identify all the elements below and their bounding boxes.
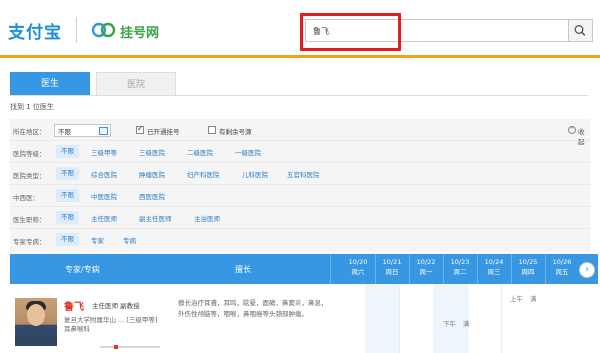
doctor-photo[interactable] [15,298,57,346]
day-column: 10/24 周三 [477,257,511,277]
opened-label: 已开通挂号 [147,128,180,136]
expert-label: 专家专病： [13,238,46,246]
filter-row-region: 所在地区： 不限 已开通挂号 有剩余号源 ^ 收起 [10,119,590,146]
level-option[interactable]: 二级医院 [187,147,213,157]
doctor-name[interactable]: 鲁飞 [64,298,84,313]
doctor-title: 主任医师 副教授 [92,302,140,310]
header-accent-bar [0,55,600,58]
day-column: 10/23 周二 [443,257,477,277]
filter-row-tcm: 中西医： 不限 中医医院 西医医院 [10,185,590,207]
type-option[interactable]: 不限 [56,167,79,180]
schedule-col-specialty: 擅长 [235,265,251,274]
alipay-logo[interactable]: 支付宝 [8,18,62,43]
guahao-logo-text: 挂号网 [120,26,160,41]
day-date: 10/25 [518,258,538,266]
tcm-option[interactable]: 西医医院 [139,191,165,201]
site-header: 支付宝 挂号网 [0,0,600,60]
level-option[interactable]: 三级医院 [139,147,165,157]
doctor-hospital-name[interactable]: 复旦大学附属华山 ... [三级甲等] [64,316,157,325]
collapse-icon[interactable]: ^ [568,126,576,134]
doctor-department: 耳鼻喉科 [64,325,90,333]
day-weekday: 周六 [351,268,365,276]
schedule-header: 专家/专病 擅长 10/20 周六 10/21 周日 10/22 周一 10/2… [10,254,598,284]
day-weekday: 周日 [385,268,399,276]
doctor-hospital: 复旦大学附属华山 ... [三级甲等] 耳鼻喉科 [64,316,157,334]
filter-row-level: 医院等级： 不限 三级甲等 三级医院 二级医院 一级医院 [10,141,590,163]
search-button[interactable] [569,19,593,42]
tcm-option[interactable]: 中医医院 [91,191,117,201]
doctor-specialty: 擅长治疗耳聋，耳鸣，眩晕，面瘫，鼻窦炎，鼻息，外伤性颅脑等，咽喉，鼻咽癌等头颈部… [178,299,328,318]
next-week-button[interactable]: › [579,262,595,278]
slot-pm-label: 下午 [443,320,456,328]
level-option[interactable]: 一级医院 [235,147,261,157]
filter-row-type: 医院类型： 不限 综合医院 肿瘤医院 妇产科医院 儿科医院 五官科医院 [10,163,590,185]
day-date: 10/21 [382,258,402,266]
type-option[interactable]: 儿科医院 [242,169,268,179]
position-option[interactable]: 主任医师 [91,213,117,223]
position-option[interactable]: 副主任医师 [139,213,172,223]
remaining-label: 有剩余号源 [219,128,252,136]
slot-am-status[interactable]: 满 [530,293,537,303]
expert-option[interactable]: 不限 [56,233,79,246]
slot-divider [501,284,502,353]
day-column: 10/20 周六 [341,257,375,277]
day-date: 10/20 [348,258,368,266]
map-picker-icon [99,127,108,135]
remaining-checkbox[interactable] [208,126,216,134]
tab-divider [10,95,588,96]
region-value: 不限 [58,128,71,136]
level-option[interactable]: 三级甲等 [91,147,117,157]
day-column: 10/21 周日 [375,257,409,277]
day-date: 10/23 [450,258,470,266]
position-label: 医生职称： [13,216,46,224]
type-option[interactable]: 妇产科医院 [187,169,220,179]
tab-hospital[interactable]: 医院 [96,72,176,96]
search-icon [574,25,586,36]
doctor-card: 鲁飞 主任医师 副教授 复旦大学附属华山 ... [三级甲等] 耳鼻喉科 擅长治… [10,284,598,353]
expert-option[interactable]: 专家 [91,235,104,245]
tcm-label: 中西医： [13,194,39,202]
day-weekday: 周四 [521,268,535,276]
type-option[interactable]: 肿瘤医院 [139,169,165,179]
opened-checkbox[interactable] [136,124,144,134]
day-weekday: 周五 [555,268,569,276]
result-count: 找到 1 位医生 [10,103,54,111]
type-option[interactable]: 五官科医院 [287,169,320,179]
filter-row-expert: 专家专病： 不限 专家 专病 [10,229,590,251]
day-column: 10/22 周一 [409,257,443,277]
region-label: 所在地区： [13,128,46,136]
chevron-right-icon: › [585,264,589,275]
slot-am-label: 上午 [510,295,523,303]
position-option[interactable]: 主治医师 [194,213,220,223]
slot-pm-status[interactable]: 满 [463,318,470,328]
day-date: 10/26 [552,258,572,266]
filter-panel: 所在地区： 不限 已开通挂号 有剩余号源 ^ 收起 医院等级： 不限 三级甲等 … [10,119,590,252]
slot-divider [399,284,400,353]
day-column: 10/26 周五 [545,257,579,277]
schedule-col-doctor: 专家/专病 [65,265,100,274]
filter-row-position: 医生职称： 不限 主任医师 副主任医师 主治医师 [10,207,590,229]
type-option[interactable]: 综合医院 [91,169,117,179]
position-option[interactable]: 不限 [56,211,79,224]
logo-divider [76,17,77,43]
day-divider [330,254,331,284]
tab-doctor[interactable]: 医生 [10,72,90,96]
day-column: 10/25 周四 [511,257,545,277]
search-highlight-annotation [300,13,401,51]
day-weekday: 周二 [453,268,467,276]
day-weekday: 周一 [419,268,433,276]
day-date: 10/22 [416,258,436,266]
type-label: 医院类型： [13,172,46,180]
scroll-indicator [100,346,160,348]
tcm-option[interactable]: 不限 [56,189,79,202]
region-select[interactable]: 不限 [54,124,111,137]
day-date: 10/24 [484,258,504,266]
expert-option[interactable]: 专病 [123,235,136,245]
level-label: 医院等级： [13,150,46,158]
day-weekday: 周三 [487,268,501,276]
guahao-logo-icon[interactable] [92,20,116,40]
slot-column [365,284,399,353]
level-option[interactable]: 不限 [56,145,79,158]
scroll-indicator-dot [114,345,118,349]
